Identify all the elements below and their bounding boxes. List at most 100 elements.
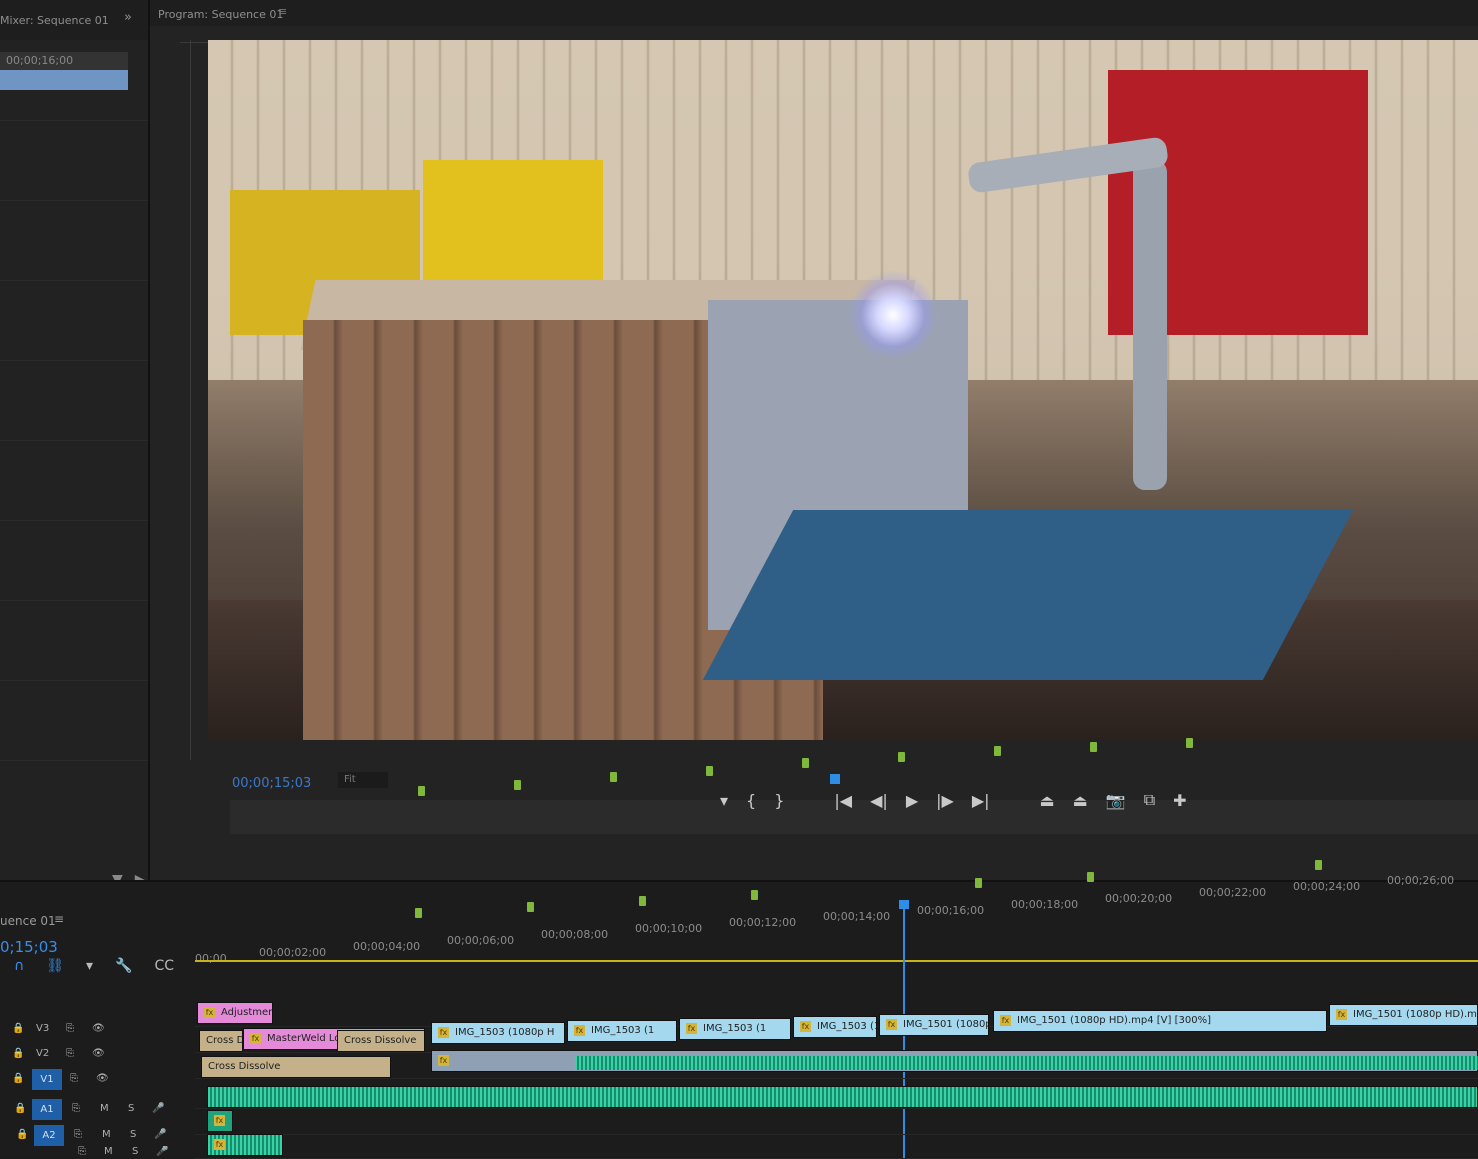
mute-button[interactable]: M [102, 1129, 111, 1140]
linked-selection-icon[interactable]: ⛓ [46, 958, 64, 974]
marker[interactable] [751, 890, 758, 900]
sync-lock-icon[interactable]: ⎘ [66, 1023, 74, 1034]
button-editor-button[interactable]: ✚ [1173, 791, 1186, 810]
fx-badge: fx [438, 1054, 449, 1066]
clip-img-1503[interactable]: fx IMG_1503 (1 [793, 1016, 877, 1038]
sync-lock-icon[interactable]: ⎘ [78, 1146, 86, 1157]
track-target-a2[interactable]: A2 [34, 1125, 64, 1146]
extract-button[interactable]: ⏏ [1073, 791, 1088, 810]
mixer-tab-title[interactable]: Mixer: Sequence 01 [0, 14, 109, 27]
work-area-bar[interactable] [195, 960, 1478, 962]
marker[interactable] [415, 908, 422, 918]
marker[interactable] [1090, 742, 1097, 752]
clip-label: IMG_1503 (1 [817, 1021, 877, 1032]
transition-cross-dissolve[interactable]: Cross Dissolve [201, 1056, 391, 1078]
track-header-a3: ⎘ M S 🎤 [0, 1146, 195, 1158]
microphone-icon[interactable]: 🎤 [152, 1103, 164, 1114]
sync-lock-icon[interactable]: ⎘ [72, 1103, 80, 1114]
go-to-in-button[interactable]: |◀ [834, 791, 852, 810]
snap-icon[interactable]: ∩ [14, 958, 24, 974]
marker[interactable] [1186, 738, 1193, 748]
lock-icon[interactable]: 🔒 [16, 1129, 28, 1140]
mixer-row-divider [0, 120, 148, 121]
clip-img-1501[interactable]: fx IMG_1501 (1080p [879, 1014, 989, 1036]
panel-menu-icon[interactable]: ≡ [278, 5, 287, 18]
sync-lock-icon[interactable]: ⎘ [70, 1073, 78, 1084]
lock-icon[interactable]: 🔒 [12, 1023, 24, 1034]
sync-lock-icon[interactable]: ⎘ [66, 1048, 74, 1059]
marker[interactable] [610, 772, 617, 782]
audio-clip-a2[interactable]: fx [207, 1110, 233, 1132]
timeline-timecode[interactable]: 0;15;03 [0, 938, 58, 956]
mixer-selected-row[interactable] [0, 70, 128, 90]
go-to-out-button[interactable]: ▶| [972, 791, 990, 810]
track-lane-a1[interactable] [195, 1084, 1478, 1109]
solo-button[interactable]: S [130, 1129, 136, 1140]
transition-cross-dissolve[interactable]: Cross Dis [199, 1030, 243, 1052]
add-marker-icon[interactable]: ▾ [86, 958, 93, 974]
step-forward-button[interactable]: |▶ [936, 791, 954, 810]
marker[interactable] [527, 902, 534, 912]
mark-in-button[interactable]: { [746, 791, 756, 810]
program-tab-title[interactable]: Program: Sequence 01 [158, 8, 283, 21]
step-back-button[interactable]: ◀| [870, 791, 888, 810]
marker[interactable] [418, 786, 425, 796]
panel-menu-icon[interactable]: ≡ [54, 912, 64, 926]
timeline-ruler[interactable]: 00;00 00;00;02;00 00;00;04;00 00;00;06;0… [195, 860, 1478, 965]
marker[interactable] [706, 766, 713, 776]
marker[interactable] [639, 896, 646, 906]
audio-clip-a1[interactable] [207, 1086, 1478, 1108]
clip-img-1501[interactable]: fx IMG_1501 (1080p HD).mp4 [V [1329, 1004, 1478, 1026]
lock-icon[interactable]: 🔒 [12, 1073, 24, 1084]
marker[interactable] [1087, 872, 1094, 882]
track-lane-a2[interactable]: fx [195, 1110, 1478, 1135]
mixer-row-divider [0, 360, 148, 361]
track-header-v2: 🔒 V2 ⎘ 👁 [0, 1043, 195, 1067]
sync-lock-icon[interactable]: ⎘ [74, 1129, 82, 1140]
play-button[interactable]: ▶ [906, 791, 918, 810]
track-lane-v1[interactable]: Cross Dissolve fx [195, 1050, 1478, 1079]
track-target-a1[interactable]: A1 [32, 1099, 62, 1120]
compare-view-button[interactable]: ⧉ [1144, 790, 1155, 810]
marker[interactable] [898, 752, 905, 762]
panel-overflow-icon[interactable]: » [124, 10, 132, 25]
marker[interactable] [994, 746, 1001, 756]
clip-img-1503[interactable]: fx IMG_1503 (1 [567, 1020, 677, 1042]
mark-out-button[interactable]: } [774, 791, 784, 810]
marker[interactable] [975, 878, 982, 888]
solo-button[interactable]: S [132, 1146, 138, 1157]
microphone-icon[interactable]: 🎤 [156, 1146, 168, 1157]
marker[interactable] [802, 758, 809, 768]
track-target-v1[interactable]: V1 [32, 1069, 62, 1090]
clip-img-1503[interactable]: fx IMG_1503 (1 [679, 1018, 791, 1040]
wrench-icon[interactable]: 🔧 [115, 958, 132, 974]
marker[interactable] [1315, 860, 1322, 870]
lock-icon[interactable]: 🔒 [14, 1103, 26, 1114]
eye-icon[interactable]: 👁 [92, 1048, 105, 1059]
eye-icon[interactable]: 👁 [96, 1073, 109, 1084]
monitor-playhead[interactable] [830, 774, 840, 784]
mute-button[interactable]: M [104, 1146, 113, 1157]
track-lane-a3[interactable]: fx [195, 1134, 1478, 1159]
clip-img-1503[interactable]: fx IMG_1503 (1080p H [431, 1022, 565, 1044]
audio-clip-a3[interactable]: fx [207, 1134, 283, 1156]
lock-icon[interactable]: 🔒 [12, 1048, 24, 1059]
program-monitor: Program: Sequence 01 ≡ 00;00;15;03 Fit ▾… [150, 0, 1478, 880]
solo-button[interactable]: S [128, 1103, 134, 1114]
marker[interactable] [514, 780, 521, 790]
playhead-handle[interactable] [899, 900, 909, 909]
sequence-tab-title[interactable]: uence 01 [0, 914, 56, 928]
lift-button[interactable]: ⏏ [1040, 791, 1055, 810]
captions-icon[interactable]: CC [155, 958, 175, 974]
eye-icon[interactable]: 👁 [92, 1023, 105, 1034]
transition-cross-dissolve[interactable]: Cross Dissolve [337, 1030, 425, 1052]
video-frame[interactable] [208, 40, 1478, 740]
microphone-icon[interactable]: 🎤 [154, 1129, 166, 1140]
add-marker-button[interactable]: ▾ [720, 791, 728, 810]
mute-button[interactable]: M [100, 1103, 109, 1114]
camera-icon[interactable]: 📷 [1106, 791, 1126, 810]
clip-adjustment-layer[interactable]: fx Adjustmen [197, 1002, 273, 1024]
clip-img-1501[interactable]: fx IMG_1501 (1080p HD).mp4 [V] [300%] [993, 1010, 1327, 1032]
clip-label: IMG_1501 (1080p HD).mp4 [V] [300%] [1017, 1015, 1211, 1026]
fx-badge: fx [800, 1020, 811, 1032]
